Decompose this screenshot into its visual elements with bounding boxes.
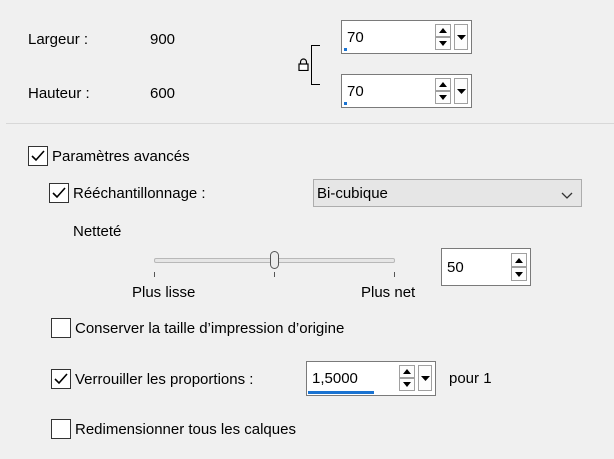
checkmark-icon xyxy=(52,187,66,199)
resampling-checkbox[interactable] xyxy=(49,183,69,203)
width-label: Largeur : xyxy=(28,31,89,48)
slider-min-label: Plus lisse xyxy=(132,284,196,301)
checkmark-icon xyxy=(31,150,45,162)
resize-all-layers-label[interactable]: Redimensionner tous les calques xyxy=(75,421,296,438)
height-percent-value[interactable]: 70 xyxy=(347,83,364,100)
width-value: 900 xyxy=(150,31,176,48)
keep-print-size-label[interactable]: Conserver la taille d’impression d’origi… xyxy=(75,320,344,337)
slider-max-label: Plus net xyxy=(361,284,416,301)
lock-ratio-label[interactable]: Verrouiller les proportions : xyxy=(75,371,253,388)
keep-print-size-checkbox[interactable] xyxy=(51,318,71,338)
spin-up-icon[interactable] xyxy=(511,253,527,267)
aspect-link-bracket xyxy=(311,45,320,85)
dropdown-arrow-icon[interactable] xyxy=(418,365,432,391)
spin-up-icon[interactable] xyxy=(399,365,415,378)
sharpness-label: Netteté xyxy=(73,223,122,240)
spin-down-icon[interactable] xyxy=(435,91,451,104)
spin-up-icon[interactable] xyxy=(435,78,451,91)
chevron-down-icon xyxy=(561,187,573,204)
checkmark-icon xyxy=(54,373,68,385)
width-percent-value[interactable]: 70 xyxy=(347,29,364,46)
advanced-settings-label[interactable]: Paramètres avancés xyxy=(52,148,190,165)
spin-up-icon[interactable] xyxy=(435,24,451,37)
slider-tick xyxy=(274,272,275,277)
resampling-method-value: Bi-cubique xyxy=(317,185,388,202)
width-percent-caret xyxy=(344,48,347,51)
height-percent-caret xyxy=(344,102,347,105)
sharpness-slider-thumb[interactable] xyxy=(270,251,279,269)
dimensions-group xyxy=(6,0,614,124)
resampling-method-select[interactable]: Bi-cubique xyxy=(313,179,582,207)
slider-tick xyxy=(394,272,395,277)
ratio-value[interactable]: 1,5000 xyxy=(312,370,358,387)
spin-down-icon[interactable] xyxy=(399,378,415,391)
lock-ratio-checkbox[interactable] xyxy=(51,369,71,389)
lock-icon[interactable] xyxy=(298,58,309,75)
height-value: 600 xyxy=(150,85,176,102)
dropdown-arrow-icon[interactable] xyxy=(454,24,468,50)
advanced-settings-checkbox[interactable] xyxy=(28,146,48,166)
focus-underline xyxy=(308,391,374,394)
spin-down-icon[interactable] xyxy=(435,37,451,50)
dropdown-arrow-icon[interactable] xyxy=(454,78,468,104)
height-label: Hauteur : xyxy=(28,85,90,102)
resize-all-layers-checkbox[interactable] xyxy=(51,419,71,439)
resampling-label[interactable]: Rééchantillonnage : xyxy=(73,185,206,202)
sharpness-value[interactable]: 50 xyxy=(447,259,464,276)
spin-down-icon[interactable] xyxy=(511,267,527,281)
width-percent-stepper[interactable]: 70 xyxy=(341,20,472,54)
slider-tick xyxy=(154,272,155,277)
ratio-suffix: pour 1 xyxy=(449,370,492,387)
height-percent-stepper[interactable]: 70 xyxy=(341,74,472,108)
sharpness-stepper[interactable]: 50 xyxy=(441,248,531,286)
